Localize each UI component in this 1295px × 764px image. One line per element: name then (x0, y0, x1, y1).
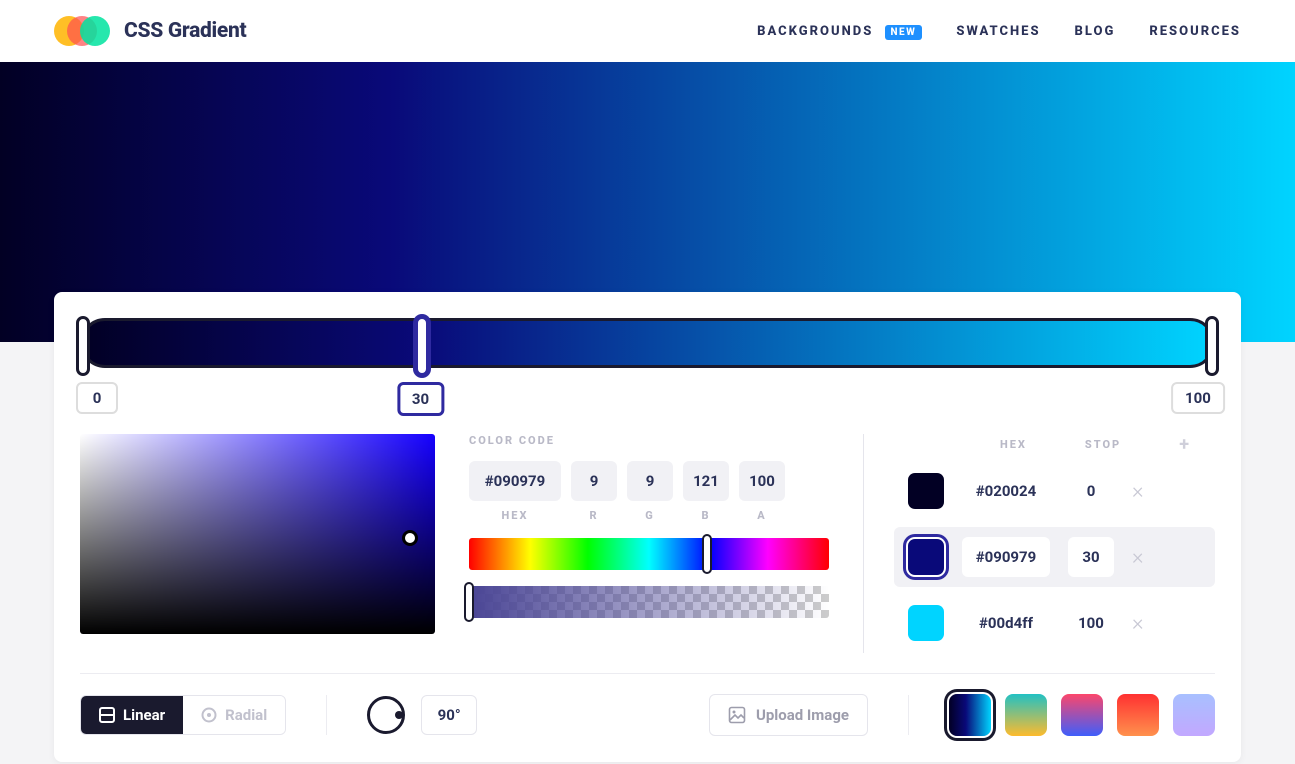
stop-swatch[interactable] (908, 539, 944, 575)
a-input[interactable] (739, 461, 785, 501)
brand-name: CSS Gradient (124, 19, 246, 43)
stop-pos-input[interactable] (1068, 603, 1114, 643)
radial-label: Radial (225, 706, 267, 724)
divider (326, 695, 327, 735)
remove-stop-button[interactable]: × (1132, 545, 1144, 570)
stop-row[interactable]: × (894, 593, 1215, 653)
stop-swatch[interactable] (908, 605, 944, 641)
hue-handle[interactable] (702, 534, 712, 574)
preset-swatch[interactable] (1173, 694, 1215, 736)
alpha-slider[interactable] (469, 586, 829, 618)
r-label: R (589, 509, 598, 522)
upload-label: Upload Image (756, 706, 849, 724)
stop-hex-input[interactable] (962, 471, 1050, 511)
gradient-bar[interactable] (80, 318, 1215, 368)
presets (949, 694, 1215, 736)
hex-label: HEX (502, 509, 529, 522)
hue-slider[interactable] (469, 538, 829, 570)
logo[interactable]: CSS Gradient (54, 16, 246, 46)
remove-stop-button[interactable]: × (1132, 479, 1144, 504)
radial-button[interactable]: Radial (183, 696, 285, 734)
alpha-handle[interactable] (464, 582, 474, 622)
gradient-handle[interactable] (1205, 316, 1219, 376)
add-stop-button[interactable]: + (1179, 434, 1189, 455)
stop-swatch[interactable] (908, 473, 944, 509)
gradient-type-toggle: Linear Radial (80, 695, 286, 735)
angle-dial[interactable] (367, 696, 405, 734)
stop-hex-input[interactable] (962, 537, 1050, 577)
stop-pos-input[interactable] (1068, 537, 1114, 577)
gradient-bar-wrap (80, 318, 1215, 368)
angle-input[interactable] (421, 695, 477, 735)
satval-picker[interactable] (80, 434, 435, 634)
nav: BACKGROUNDS NEW SWATCHES BLOG RESOURCES (757, 24, 1241, 39)
image-icon (728, 706, 746, 724)
divider (908, 695, 909, 735)
control-panel: 030100 COLOR CODE HEX R G (54, 292, 1241, 762)
stop-row[interactable]: × (894, 527, 1215, 587)
color-code-label: COLOR CODE (469, 434, 829, 447)
stops-header: HEX STOP + (894, 434, 1215, 455)
stop-position-box[interactable]: 100 (1171, 382, 1225, 414)
remove-stop-button[interactable]: × (1132, 611, 1144, 636)
preset-swatch[interactable] (1061, 694, 1103, 736)
header: CSS Gradient BACKGROUNDS NEW SWATCHES BL… (0, 0, 1295, 62)
bottom-bar: Linear Radial Upload Image (80, 673, 1215, 736)
radial-icon (201, 707, 217, 723)
stop-row: 030100 (80, 382, 1215, 416)
stops-stop-label: STOP (1085, 438, 1121, 451)
preset-swatch[interactable] (1005, 694, 1047, 736)
a-label: A (757, 509, 766, 522)
logo-icon (54, 16, 110, 46)
stops-hex-label: HEX (1000, 438, 1027, 451)
nav-backgrounds-label: BACKGROUNDS (757, 24, 873, 39)
stops-col: HEX STOP + × × × (863, 434, 1215, 653)
g-input[interactable] (627, 461, 673, 501)
angle-control (367, 695, 477, 735)
new-badge: NEW (885, 25, 923, 40)
mid-controls: COLOR CODE HEX R G B (80, 434, 1215, 653)
stop-pos-input[interactable] (1068, 471, 1114, 511)
g-label: G (645, 509, 655, 522)
r-input[interactable] (571, 461, 617, 501)
preset-swatch[interactable] (1117, 694, 1159, 736)
nav-backgrounds[interactable]: BACKGROUNDS NEW (757, 24, 922, 39)
color-code-col: COLOR CODE HEX R G B (469, 434, 829, 618)
stop-hex-input[interactable] (962, 603, 1050, 643)
satval-cursor[interactable] (402, 530, 418, 546)
stop-position-box[interactable]: 0 (76, 382, 118, 414)
stop-row[interactable]: × (894, 461, 1215, 521)
upload-button[interactable]: Upload Image (709, 694, 868, 736)
hex-input[interactable] (469, 461, 561, 501)
preset-swatch[interactable] (949, 694, 991, 736)
b-label: B (701, 509, 710, 522)
angle-dot (395, 711, 403, 719)
stop-position-box[interactable]: 30 (397, 382, 444, 416)
gradient-handle[interactable] (76, 316, 90, 376)
nav-resources[interactable]: RESOURCES (1149, 24, 1241, 39)
stops-list: × × × (894, 461, 1215, 653)
color-inputs: HEX R G B A (469, 461, 829, 522)
nav-blog[interactable]: BLOG (1075, 24, 1116, 39)
linear-button[interactable]: Linear (81, 696, 183, 734)
b-input[interactable] (683, 461, 729, 501)
linear-label: Linear (123, 706, 165, 724)
nav-swatches[interactable]: SWATCHES (956, 24, 1040, 39)
gradient-handle[interactable] (415, 316, 429, 376)
linear-icon (99, 707, 115, 723)
